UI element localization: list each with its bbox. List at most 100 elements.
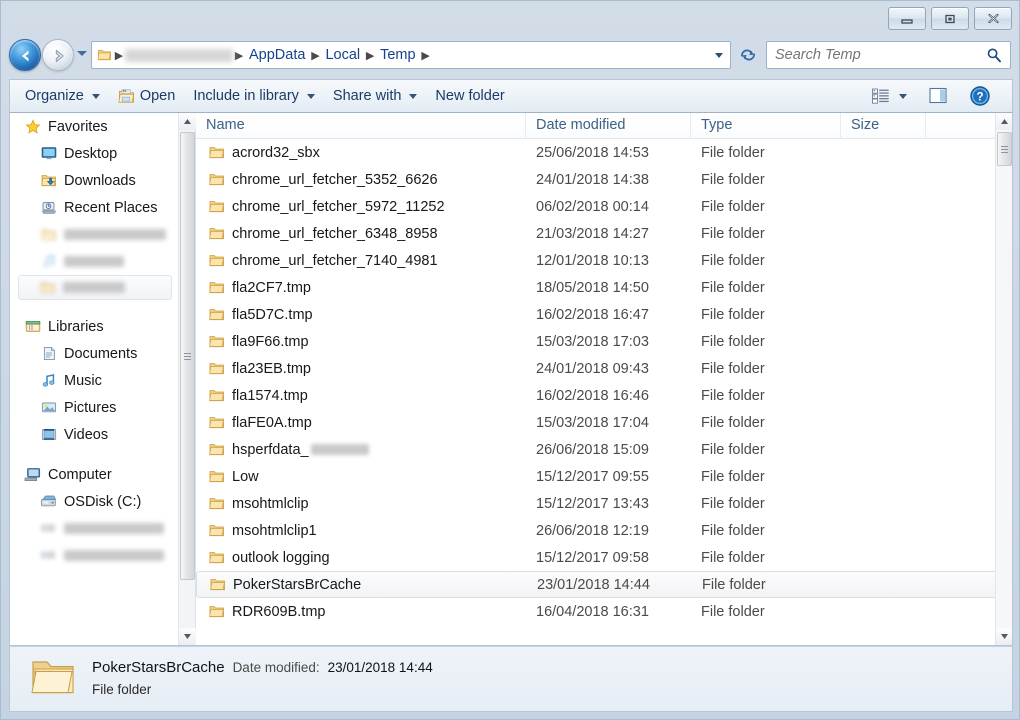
column-header-label: Type: [701, 117, 732, 133]
breadcrumb-item-user[interactable]: [125, 49, 233, 62]
table-row[interactable]: outlook logging15/12/2017 09:58File fold…: [196, 544, 1012, 571]
table-row[interactable]: chrome_url_fetcher_6348_895821/03/2018 1…: [196, 220, 1012, 247]
maximize-button[interactable]: [931, 7, 969, 30]
file-list-scrollbar[interactable]: [995, 113, 1012, 645]
search-input[interactable]: [775, 47, 985, 63]
sidebar-item-osdisk[interactable]: OSDisk (C:): [10, 488, 178, 515]
folder-icon: [208, 198, 225, 215]
help-button[interactable]: ?: [960, 81, 1000, 111]
sidebar-item-redacted-1[interactable]: [10, 221, 178, 248]
table-row[interactable]: fla23EB.tmp24/01/2018 09:43File folder: [196, 355, 1012, 382]
scroll-up-arrow-icon[interactable]: [179, 113, 196, 130]
navigation-scrollbar-thumb[interactable]: [180, 132, 195, 580]
sidebar-item-redacted-2[interactable]: [10, 248, 178, 275]
sidebar-label: Documents: [64, 346, 137, 362]
folder-icon: [208, 333, 225, 350]
file-name-cell: chrome_url_fetcher_5972_11252: [196, 198, 526, 215]
breadcrumb-item-local[interactable]: Local: [321, 45, 364, 65]
address-breadcrumb-bar[interactable]: ▶ ▶ AppData ▶ Local ▶ Temp ▶: [91, 41, 731, 69]
column-header-date-modified[interactable]: Date modified: [526, 113, 691, 139]
sidebar-item-redacted-3-selected[interactable]: [18, 275, 172, 300]
close-button[interactable]: [974, 7, 1012, 30]
file-date-cell: 24/01/2018 09:43: [526, 361, 691, 377]
file-name-cell: outlook logging: [196, 549, 526, 566]
scroll-down-arrow-icon[interactable]: [996, 628, 1012, 645]
chevron-down-icon[interactable]: [899, 94, 907, 99]
file-name-label: chrome_url_fetcher_7140_4981: [232, 253, 438, 269]
sidebar-label: Pictures: [64, 400, 116, 416]
file-date-cell: 24/01/2018 14:38: [526, 172, 691, 188]
sidebar-group-favorites[interactable]: Favorites: [10, 113, 178, 140]
sidebar-item-desktop[interactable]: Desktop: [10, 140, 178, 167]
sidebar-item-redacted-drive-2[interactable]: [10, 542, 178, 569]
table-row[interactable]: PokerStarsBrCache23/01/2018 14:44File fo…: [196, 571, 1012, 598]
column-header-size[interactable]: Size: [841, 113, 926, 139]
scroll-down-arrow-icon[interactable]: [179, 628, 196, 645]
table-row[interactable]: fla1574.tmp16/02/2018 16:46File folder: [196, 382, 1012, 409]
scroll-up-arrow-icon[interactable]: [996, 113, 1012, 130]
share-with-button[interactable]: Share with: [324, 84, 427, 108]
breadcrumb-item-appdata[interactable]: AppData: [245, 45, 309, 65]
sidebar-item-downloads[interactable]: Downloads: [10, 167, 178, 194]
sidebar-group-computer[interactable]: Computer: [10, 461, 178, 488]
recent-pages-icon[interactable]: [77, 51, 87, 56]
organize-button[interactable]: Organize: [16, 84, 109, 108]
sidebar-item-redacted-drive-1[interactable]: [10, 515, 178, 542]
table-row[interactable]: fla5D7C.tmp16/02/2018 16:47File folder: [196, 301, 1012, 328]
change-view-button[interactable]: [862, 83, 916, 109]
table-row[interactable]: Low15/12/2017 09:55File folder: [196, 463, 1012, 490]
table-row[interactable]: chrome_url_fetcher_5352_6626 24/01/2018 1…: [196, 166, 1012, 193]
forward-button[interactable]: [42, 39, 74, 71]
table-row[interactable]: hsperfdata_26/06/2018 15:09File folder: [196, 436, 1012, 463]
folder-icon: [208, 360, 225, 377]
search-icon[interactable]: [985, 47, 1002, 64]
sidebar-item-documents[interactable]: Documents: [10, 340, 178, 367]
table-row[interactable]: chrome_url_fetcher_5972_1125206/02/2018 …: [196, 193, 1012, 220]
back-button[interactable]: [9, 39, 41, 71]
sidebar-item-pictures[interactable]: Pictures: [10, 394, 178, 421]
file-type-cell: File folder: [691, 280, 841, 296]
table-row[interactable]: acrord32_sbx25/06/2018 14:53File folder: [196, 139, 1012, 166]
sidebar-label: Downloads: [64, 173, 136, 189]
music-icon: [40, 253, 57, 270]
table-row[interactable]: RDR609B.tmp16/04/2018 16:31File folder: [196, 598, 1012, 625]
column-header-name[interactable]: Name: [196, 113, 526, 139]
table-row[interactable]: chrome_url_fetcher_7140_498112/01/2018 1…: [196, 247, 1012, 274]
sidebar-label: [64, 229, 166, 240]
column-header-type[interactable]: Type: [691, 113, 841, 139]
sidebar-label: [64, 256, 124, 267]
file-date-cell: 26/06/2018 12:19: [526, 523, 691, 539]
file-name-label: Low: [232, 469, 259, 485]
refresh-button[interactable]: [735, 41, 761, 69]
file-type-cell: File folder: [691, 334, 841, 350]
include-in-library-button[interactable]: Include in library: [184, 84, 324, 108]
table-row[interactable]: fla9F66.tmp15/03/2018 17:03File folder: [196, 328, 1012, 355]
file-name-cell: hsperfdata_: [196, 441, 526, 458]
file-name-label: acrord32_sbx: [232, 145, 320, 161]
sidebar-label: Computer: [48, 467, 112, 483]
content-area: Favorites Desktop Downloads: [9, 113, 1013, 646]
preview-pane-button[interactable]: [918, 82, 958, 110]
chevron-down-icon[interactable]: [715, 53, 723, 58]
sidebar-group-libraries[interactable]: Libraries: [10, 313, 178, 340]
organize-label: Organize: [25, 88, 84, 104]
breadcrumb-item-temp[interactable]: Temp: [376, 45, 419, 65]
navigation-scrollbar[interactable]: [178, 113, 195, 645]
search-box[interactable]: [766, 41, 1011, 69]
sidebar-item-recent-places[interactable]: Recent Places: [10, 194, 178, 221]
computer-icon: [24, 466, 41, 483]
table-row[interactable]: msohtmlclip15/12/2017 13:43File folder: [196, 490, 1012, 517]
minimize-button[interactable]: [888, 7, 926, 30]
sidebar-item-videos[interactable]: Videos: [10, 421, 178, 448]
file-list-scrollbar-thumb[interactable]: [997, 132, 1012, 166]
open-button[interactable]: Open: [109, 84, 184, 109]
table-row[interactable]: msohtmlclip126/06/2018 12:19File folder: [196, 517, 1012, 544]
sidebar-label: Favorites: [48, 119, 108, 135]
table-row[interactable]: flaFE0A.tmp15/03/2018 17:04File folder: [196, 409, 1012, 436]
file-name-label: chrome_url_fetcher_5352_6626: [232, 172, 438, 188]
table-row[interactable]: fla2CF7.tmp18/05/2018 14:50File folder: [196, 274, 1012, 301]
file-type-cell: File folder: [691, 388, 841, 404]
sidebar-label: Videos: [64, 427, 108, 443]
sidebar-item-music[interactable]: Music: [10, 367, 178, 394]
new-folder-button[interactable]: New folder: [426, 84, 513, 108]
